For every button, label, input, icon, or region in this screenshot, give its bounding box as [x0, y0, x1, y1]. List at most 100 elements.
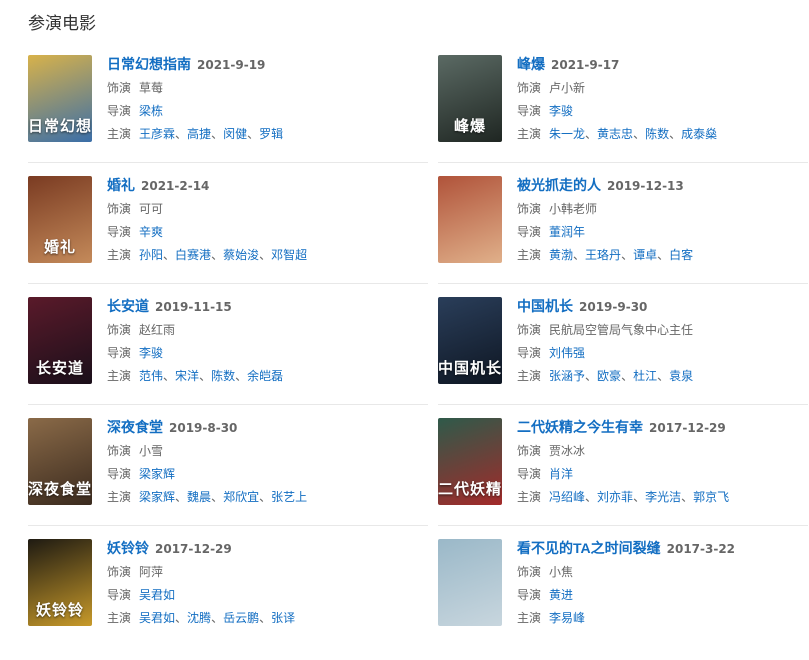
cast-link[interactable]: 郭京飞 [693, 490, 729, 504]
role-label: 饰演 [517, 444, 542, 458]
movie-title-link[interactable]: 日常幻想指南 [107, 56, 191, 72]
movie-item: 婚礼 婚礼 2021-2-14 饰演 可可 导演 辛爽 主演 孙阳、白赛港、蔡始浚、邓智超 [28, 176, 428, 266]
movie-title-link[interactable]: 被光抓走的人 [517, 177, 601, 193]
cast-link[interactable]: 黄渤 [549, 248, 573, 262]
director-label: 导演 [107, 104, 132, 118]
release-date: 2017-12-29 [649, 421, 726, 435]
cast-link[interactable]: 孙阳 [139, 248, 163, 262]
cast-link[interactable]: 郑欣宜 [223, 490, 259, 504]
director-link[interactable]: 辛爽 [139, 225, 163, 239]
cast-link[interactable]: 张涵予 [549, 369, 585, 383]
cast-link[interactable]: 魏晨 [187, 490, 211, 504]
director-link[interactable]: 李骏 [549, 104, 573, 118]
cast-link[interactable]: 陈数 [211, 369, 235, 383]
cast-link[interactable]: 黄志忠 [597, 127, 633, 141]
movie-info: 被光抓走的人 2019-12-13 饰演 小韩老师 导演 董润年 主演 黄渤、王珞丹、谭卓、白… [517, 176, 693, 266]
movie-title-link[interactable]: 二代妖精之今生有幸 [517, 419, 643, 435]
cast-label: 主演 [517, 127, 542, 141]
cast-link[interactable]: 吴君如 [139, 611, 175, 625]
movie-poster[interactable]: 长安道 [28, 297, 92, 384]
cast-link[interactable]: 李易峰 [549, 611, 585, 625]
cast-link[interactable]: 陈数 [645, 127, 669, 141]
movie-info: 中国机长 2019-9-30 饰演 民航局空管局气象中心主任 导演 刘伟强 主演 张涵予、欧豪… [517, 297, 693, 387]
cast-separator: 、 [621, 369, 634, 383]
movie-poster[interactable]: 妖铃铃 [28, 539, 92, 626]
cast-link[interactable]: 王彦霖 [139, 127, 175, 141]
cast-link[interactable]: 张译 [271, 611, 295, 625]
director-link[interactable]: 肖洋 [549, 467, 573, 481]
cast-link[interactable]: 范伟 [139, 369, 163, 383]
cast-link[interactable]: 高捷 [187, 127, 211, 141]
cast-link[interactable]: 李光洁 [645, 490, 681, 504]
cast-link[interactable]: 宋洋 [175, 369, 199, 383]
cast-line: 主演 黄渤、王珞丹、谭卓、白客 [517, 244, 693, 267]
poster-title-text: 婚礼 [43, 238, 76, 256]
cast-link[interactable]: 成泰燊 [681, 127, 717, 141]
role-line: 饰演 草莓 [107, 77, 283, 100]
cast-link[interactable]: 欧豪 [597, 369, 621, 383]
director-link[interactable]: 黄进 [549, 588, 573, 602]
director-link[interactable]: 李骏 [139, 346, 163, 360]
cast-link[interactable]: 谭卓 [633, 248, 657, 262]
movie-poster[interactable] [438, 176, 502, 263]
movie-title-line: 被光抓走的人 2019-12-13 [517, 174, 693, 198]
cast-link[interactable]: 王珞丹 [585, 248, 621, 262]
cast-link[interactable]: 白赛港 [175, 248, 211, 262]
movie-poster[interactable] [438, 539, 502, 626]
movie-poster[interactable]: 日常幻想 [28, 55, 92, 142]
movie-poster[interactable]: 二代妖精 [438, 418, 502, 505]
movie-title-link[interactable]: 长安道 [107, 298, 149, 314]
cast-link[interactable]: 闵健 [223, 127, 247, 141]
cast-link[interactable]: 刘亦菲 [597, 490, 633, 504]
cast-label: 主演 [517, 248, 542, 262]
release-date: 2021-2-14 [141, 179, 210, 193]
section-title: 参演电影 [28, 14, 96, 34]
cast-line: 主演 李易峰 [517, 607, 735, 630]
movie-title-link[interactable]: 峰爆 [517, 56, 545, 72]
role-label: 饰演 [107, 565, 132, 579]
movie-title-link[interactable]: 深夜食堂 [107, 419, 163, 435]
movie-poster[interactable]: 中国机长 [438, 297, 502, 384]
cast-link[interactable]: 朱一龙 [549, 127, 585, 141]
director-label: 导演 [107, 467, 132, 481]
cast-link[interactable]: 余皑磊 [247, 369, 283, 383]
cast-link[interactable]: 邓智超 [271, 248, 307, 262]
director-link[interactable]: 董润年 [549, 225, 585, 239]
movie-poster[interactable]: 婚礼 [28, 176, 92, 263]
movie-item: 日常幻想 日常幻想指南 2021-9-19 饰演 草莓 导演 梁栋 主演 王彦霖、高捷、闵健、罗… [28, 55, 428, 145]
movie-poster[interactable]: 深夜食堂 [28, 418, 92, 505]
director-link[interactable]: 刘伟强 [549, 346, 585, 360]
movie-title-link[interactable]: 妖铃铃 [107, 540, 149, 556]
cast-separator: 、 [259, 611, 272, 625]
director-link[interactable]: 吴君如 [139, 588, 175, 602]
director-link[interactable]: 梁栋 [139, 104, 163, 118]
poster-title-text: 妖铃铃 [35, 601, 84, 619]
row-divider [438, 404, 808, 405]
cast-link[interactable]: 袁泉 [669, 369, 693, 383]
cast-link[interactable]: 冯绍峰 [549, 490, 585, 504]
director-line: 导演 吴君如 [107, 584, 295, 607]
cast-link[interactable]: 杜江 [633, 369, 657, 383]
cast-link[interactable]: 蔡始浚 [223, 248, 259, 262]
cast-link[interactable]: 白客 [669, 248, 693, 262]
director-line: 导演 辛爽 [107, 221, 307, 244]
cast-link[interactable]: 沈腾 [187, 611, 211, 625]
movie-row: 深夜食堂 深夜食堂 2019-8-30 饰演 小雪 导演 梁家辉 主演 梁家辉、魏晨、郑欣宜、张… [28, 418, 808, 539]
movie-title-link[interactable]: 看不见的TA之时间裂缝 [517, 540, 661, 556]
movie-title-link[interactable]: 中国机长 [517, 298, 573, 314]
cast-link[interactable]: 梁家辉 [139, 490, 175, 504]
director-label: 导演 [517, 104, 542, 118]
director-link[interactable]: 梁家辉 [139, 467, 175, 481]
cast-link[interactable]: 罗辑 [259, 127, 283, 141]
movie-item: 看不见的TA之时间裂缝 2017-3-22 饰演 小焦 导演 黄进 主演 李易峰 [438, 539, 808, 629]
cast-separator: 、 [657, 369, 670, 383]
movie-info: 长安道 2019-11-15 饰演 赵红雨 导演 李骏 主演 范伟、宋洋、陈数、余皑磊 [107, 297, 283, 387]
cast-link[interactable]: 张艺上 [271, 490, 307, 504]
poster-title-text: 峰爆 [453, 117, 486, 135]
movie-title-link[interactable]: 婚礼 [107, 177, 135, 193]
poster-title-text: 中国机长 [438, 359, 502, 377]
movie-poster[interactable]: 峰爆 [438, 55, 502, 142]
movie-title-line: 婚礼 2021-2-14 [107, 174, 307, 198]
cast-link[interactable]: 岳云鹏 [223, 611, 259, 625]
poster-title-text: 深夜食堂 [28, 480, 92, 498]
